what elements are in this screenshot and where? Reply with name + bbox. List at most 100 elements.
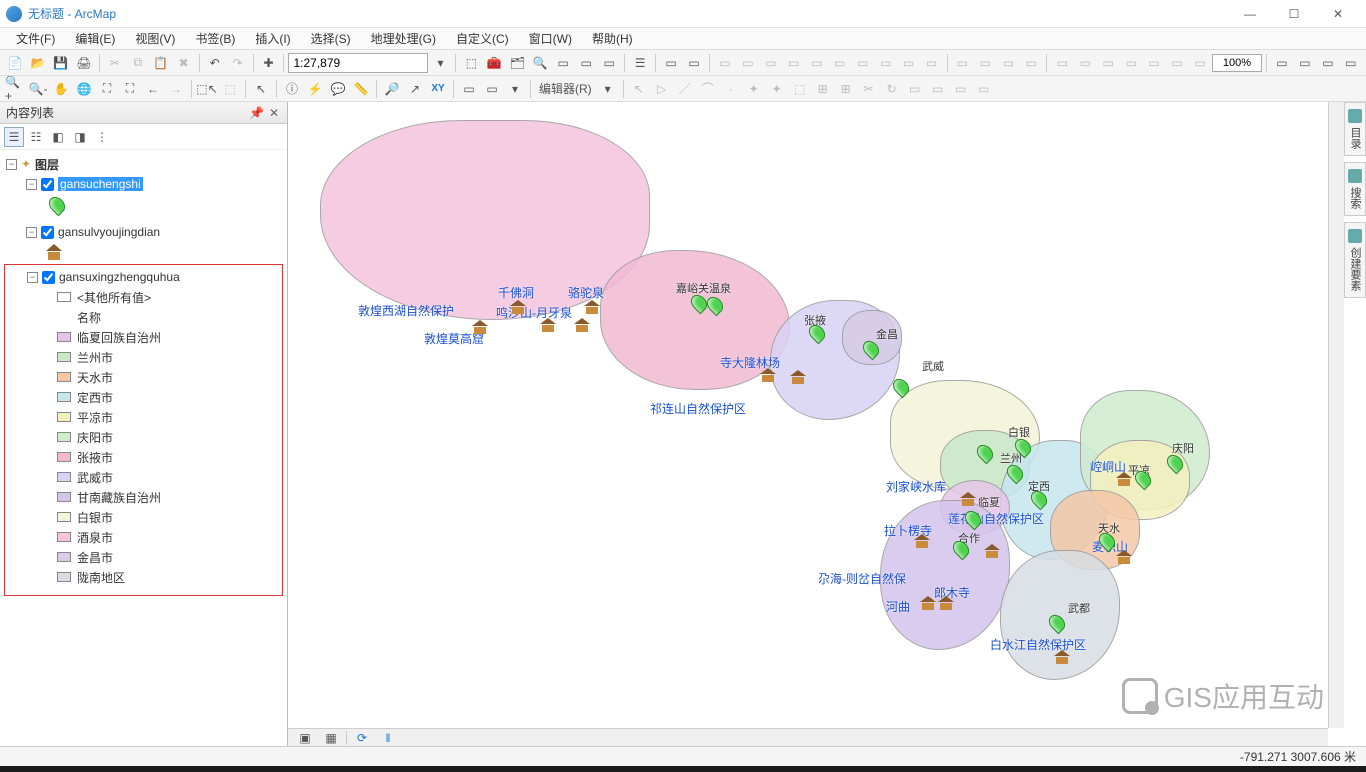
list-by-source-icon[interactable]: ☷ <box>26 127 46 147</box>
menu-item[interactable]: 地理处理(G) <box>363 28 444 49</box>
save-icon[interactable]: 💾 <box>50 52 72 74</box>
layer-gansuxingzhengquhua[interactable]: gansuxingzhengquhua <box>59 270 180 284</box>
open-icon[interactable]: 📂 <box>27 52 49 74</box>
layer-checkbox[interactable] <box>41 178 54 191</box>
docked-tab[interactable]: 创建要素 <box>1344 222 1366 298</box>
tool-k-icon[interactable]: ▭ <box>952 52 974 74</box>
layer-gansulvyoujingdian[interactable]: gansulvyoujingdian <box>58 225 160 239</box>
tool-v-icon[interactable]: ▭ <box>1271 52 1293 74</box>
prev-extent-icon[interactable]: ← <box>142 78 164 100</box>
poi-house-icon[interactable] <box>584 300 602 314</box>
legend-item[interactable]: 甘南藏族自治州 <box>77 489 161 506</box>
list-by-visibility-icon[interactable]: ◧ <box>48 127 68 147</box>
find-icon[interactable]: 🔎 <box>381 78 403 100</box>
time-icon[interactable]: ▭ <box>458 78 480 100</box>
list-by-selection-icon[interactable]: ◨ <box>70 127 90 147</box>
search-window-icon[interactable]: 🔍 <box>529 52 551 74</box>
toolbox-icon[interactable]: 🧰 <box>483 52 505 74</box>
tool-t-icon[interactable]: ▭ <box>1166 52 1188 74</box>
georef2-icon[interactable]: ▭ <box>683 52 705 74</box>
tool-h-icon[interactable]: ▭ <box>875 52 897 74</box>
html-popup-icon[interactable]: 💬 <box>327 78 349 100</box>
clear-selection-icon[interactable]: ⬚ <box>219 78 241 100</box>
poi-house-icon[interactable] <box>938 596 956 610</box>
tool-g-icon[interactable]: ▭ <box>852 52 874 74</box>
edit-a-icon[interactable]: ▷ <box>651 78 673 100</box>
edit-i-icon[interactable]: ⊞ <box>835 78 857 100</box>
tool-p-icon[interactable]: ▭ <box>1074 52 1096 74</box>
toc-options-icon[interactable]: ⋮ <box>92 127 112 147</box>
tool-w-icon[interactable]: ▭ <box>1294 52 1316 74</box>
legend-item[interactable]: 金昌市 <box>77 549 113 566</box>
cut-icon[interactable]: ✂ <box>104 52 126 74</box>
tool-f-icon[interactable]: ▭ <box>829 52 851 74</box>
collapse-icon[interactable]: − <box>26 227 37 238</box>
add-data-icon[interactable]: ✚ <box>258 52 280 74</box>
edit-n-icon[interactable]: ▭ <box>950 78 972 100</box>
legend-item[interactable]: 临夏回族自治州 <box>77 329 161 346</box>
poi-house-icon[interactable] <box>920 596 938 610</box>
tool-j-icon[interactable]: ▭ <box>921 52 943 74</box>
vertical-scrollbar[interactable] <box>1328 102 1344 728</box>
collapse-icon[interactable]: − <box>26 179 37 190</box>
zoom-out-icon[interactable]: 🔍- <box>27 78 49 100</box>
poi-house-icon[interactable] <box>574 318 592 332</box>
menu-item[interactable]: 窗口(W) <box>521 28 580 49</box>
georef-icon[interactable]: ▭ <box>660 52 682 74</box>
legend-item[interactable]: 陇南地区 <box>77 569 125 586</box>
edit-b-icon[interactable]: ／ <box>674 78 696 100</box>
tool-y-icon[interactable]: ▭ <box>1340 52 1362 74</box>
tool-s-icon[interactable]: ▭ <box>1143 52 1165 74</box>
select-features-icon[interactable]: ⬚↖ <box>196 78 218 100</box>
tool-n-icon[interactable]: ▭ <box>1020 52 1042 74</box>
tool-d-icon[interactable]: ▭ <box>783 52 805 74</box>
zoom-input[interactable] <box>1212 54 1262 72</box>
goto-xy-icon[interactable]: XY <box>427 78 449 100</box>
menu-item[interactable]: 选择(S) <box>303 28 359 49</box>
collapse-icon[interactable]: − <box>27 272 38 283</box>
menu-item[interactable]: 插入(I) <box>247 28 298 49</box>
tool-a-icon[interactable]: ▭ <box>714 52 736 74</box>
find-route-icon[interactable]: ↗ <box>404 78 426 100</box>
pause-drawing-icon[interactable]: ‖ <box>377 727 399 749</box>
tool-i-icon[interactable]: ▭ <box>898 52 920 74</box>
toc-tree[interactable]: − ✦ 图层 − gansuchengshi − gansulvyoujingd… <box>0 150 287 746</box>
poi-house-icon[interactable] <box>790 370 808 384</box>
edit-f-icon[interactable]: ✦ <box>766 78 788 100</box>
tool-x-icon[interactable]: ▭ <box>1317 52 1339 74</box>
menu-item[interactable]: 帮助(H) <box>584 28 641 49</box>
zoom-in-icon[interactable]: 🔍+ <box>4 78 26 100</box>
menu-item[interactable]: 编辑(E) <box>67 28 123 49</box>
minimize-button[interactable]: — <box>1228 3 1272 25</box>
hyperlink-icon[interactable]: ⚡ <box>304 78 326 100</box>
fixed-zoom-in-icon[interactable]: ⛶ <box>96 78 118 100</box>
undo-icon[interactable]: ↶ <box>204 52 226 74</box>
menu-item[interactable]: 自定义(C) <box>448 28 517 49</box>
docked-tab[interactable]: 搜索 <box>1344 162 1366 216</box>
catalog-icon[interactable]: 🗂 <box>506 52 528 74</box>
poi-house-icon[interactable] <box>984 544 1002 558</box>
layout-view-icon[interactable]: ▦ <box>320 727 342 749</box>
legend-item[interactable]: 天水市 <box>77 369 113 386</box>
layers-root[interactable]: 图层 <box>35 156 59 173</box>
edit-m-icon[interactable]: ▭ <box>927 78 949 100</box>
legend-item[interactable]: 张掖市 <box>77 449 113 466</box>
close-button[interactable]: ✕ <box>1316 3 1360 25</box>
legend-item[interactable]: 平凉市 <box>77 409 113 426</box>
legend-item[interactable]: 庆阳市 <box>77 429 113 446</box>
editor-toolbar-icon[interactable]: ⬚ <box>460 52 482 74</box>
edit-l-icon[interactable]: ▭ <box>904 78 926 100</box>
scale-dropdown-icon[interactable]: ▾ <box>429 52 451 74</box>
edit-g-icon[interactable]: ⬚ <box>789 78 811 100</box>
layer-gansuchengshi[interactable]: gansuchengshi <box>58 177 143 191</box>
docked-tab[interactable]: 目录 <box>1344 102 1366 156</box>
tool-c-icon[interactable]: ▭ <box>760 52 782 74</box>
legend-item[interactable]: 武威市 <box>77 469 113 486</box>
poi-house-icon[interactable] <box>540 318 558 332</box>
identify-icon[interactable]: ⓘ <box>281 78 303 100</box>
edit-k-icon[interactable]: ↻ <box>881 78 903 100</box>
tool-q-icon[interactable]: ▭ <box>1097 52 1119 74</box>
python-icon[interactable]: ▭ <box>552 52 574 74</box>
poi-house-icon[interactable] <box>472 320 490 334</box>
legend-item[interactable]: 兰州市 <box>77 349 113 366</box>
